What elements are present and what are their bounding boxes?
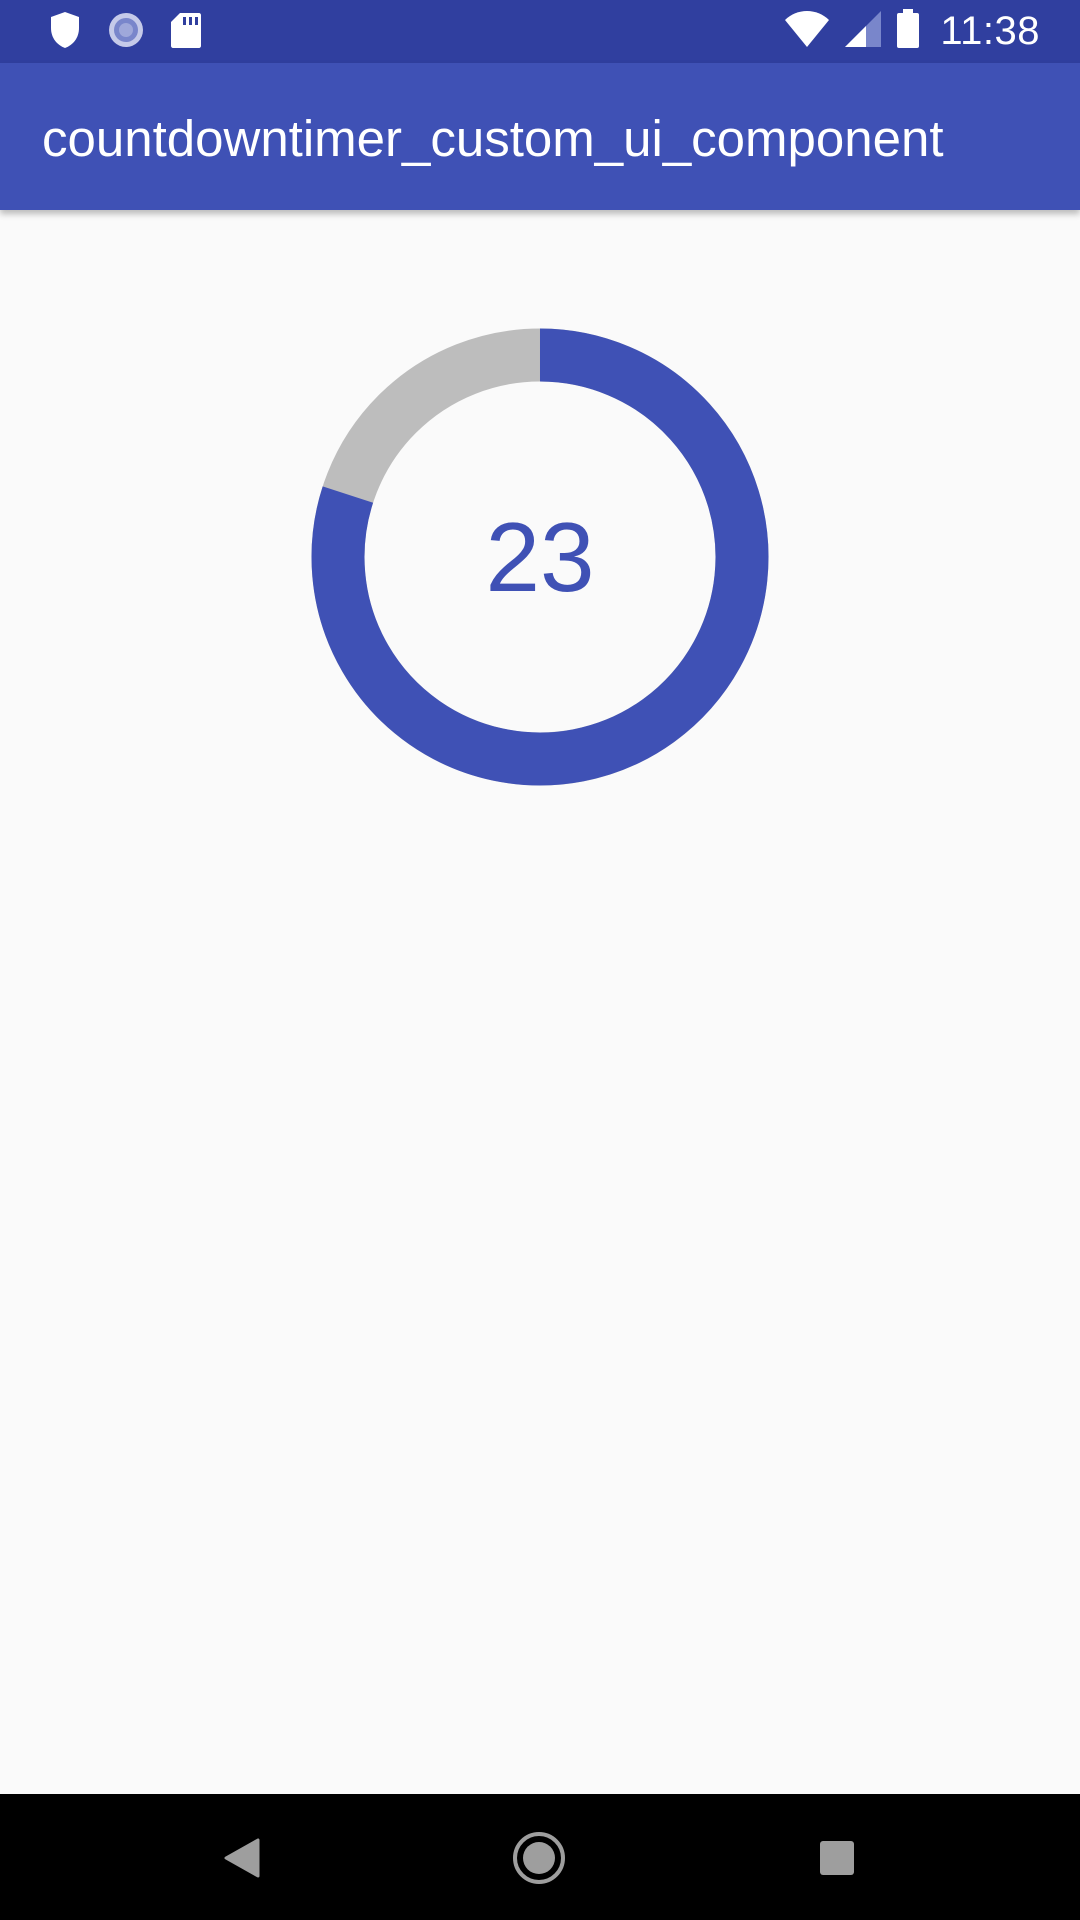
navigation-bar	[0, 1794, 1080, 1920]
countdown-timer: 23	[310, 327, 770, 787]
status-bar: 11:38	[0, 0, 1080, 63]
status-time: 11:38	[940, 9, 1040, 53]
system-status-icons: 11:38	[784, 0, 1040, 63]
signal-icon	[844, 10, 882, 53]
home-icon	[513, 1832, 565, 1884]
back-button[interactable]	[206, 1822, 278, 1894]
back-icon	[224, 1838, 260, 1878]
sync-icon	[106, 10, 146, 55]
recents-button[interactable]	[801, 1822, 873, 1894]
home-button[interactable]	[503, 1822, 575, 1894]
sd-card-icon	[170, 11, 202, 54]
app-bar: countdowntimer_custom_ui_component	[0, 63, 1080, 210]
shield-icon	[48, 10, 82, 55]
notification-icons	[48, 10, 202, 55]
app-title: countdowntimer_custom_ui_component	[42, 110, 944, 167]
recents-icon	[820, 1841, 854, 1875]
wifi-icon	[784, 10, 830, 53]
timer-value: 23	[485, 501, 595, 612]
main-content: 23	[0, 210, 1080, 1794]
battery-icon	[896, 9, 920, 54]
